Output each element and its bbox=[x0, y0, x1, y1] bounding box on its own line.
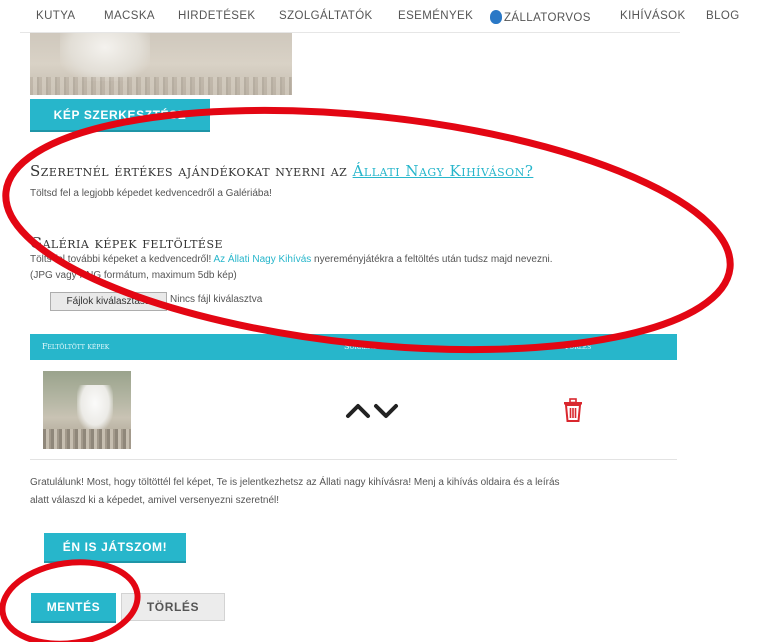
gallery-heading: Galéria képek feltöltése bbox=[30, 234, 224, 252]
nav-item-allatorvos[interactable]: ZÁLLATORVOS bbox=[490, 10, 591, 24]
gallery-table-header: Feltöltött képek Sorrend Törlés bbox=[30, 334, 677, 360]
prize-heading-text: Szeretnél értékes ajándékokat nyerni az bbox=[30, 162, 353, 180]
profile-image bbox=[30, 33, 292, 95]
gallery-text-start: Tölts fel további képeket a kedvencedről… bbox=[30, 254, 214, 265]
nav-item-esemenyek[interactable]: ESEMÉNYEK bbox=[398, 10, 473, 22]
uploaded-image-thumbnail bbox=[43, 371, 131, 449]
prize-text: Töltsd fel a legjobb képedet kedvencedrő… bbox=[30, 188, 272, 199]
nav-item-allatorvos-label: ZÁLLATORVOS bbox=[504, 12, 591, 24]
nav-item-kihivasok[interactable]: KIHÍVÁSOK bbox=[620, 10, 686, 22]
file-status: Nincs fájl kiválasztva bbox=[170, 294, 263, 305]
col-delete: Törlés bbox=[564, 342, 592, 351]
top-navigation: KUTYA MACSKA HIRDETÉSEK SZOLGÁLTATÓK ESE… bbox=[0, 0, 761, 32]
delete-button[interactable]: TÖRLÉS bbox=[121, 593, 225, 621]
nav-item-macska[interactable]: MACSKA bbox=[104, 10, 155, 22]
save-button[interactable]: MENTÉS bbox=[31, 593, 116, 621]
order-controls bbox=[343, 400, 403, 427]
nav-item-blog[interactable]: BLOG bbox=[706, 10, 740, 22]
chevron-up-icon[interactable] bbox=[346, 404, 370, 418]
prize-heading: Szeretnél értékes ajándékokat nyerni az … bbox=[30, 162, 533, 180]
drop-icon bbox=[490, 10, 502, 24]
challenge-link[interactable]: Állati Nagy Kihíváson? bbox=[353, 162, 534, 180]
congrats-text-line2: alatt válaszd ki a képedet, amivel verse… bbox=[30, 495, 280, 506]
col-order: Sorrend bbox=[344, 342, 378, 351]
nav-item-hirdetesek[interactable]: HIRDETÉSEK bbox=[178, 10, 256, 22]
format-note: (JPG vagy PNG formátum, maximum 5db kép) bbox=[30, 270, 237, 281]
trash-icon[interactable] bbox=[563, 398, 583, 427]
gallery-text: Tölts fel további képeket a kedvencedről… bbox=[30, 254, 553, 265]
edit-image-button[interactable]: KÉP SZERKESZTÉSE bbox=[30, 99, 210, 130]
col-uploaded-images: Feltöltött képek bbox=[42, 342, 110, 351]
nav-item-szolgaltatok[interactable]: SZOLGÁLTATÓK bbox=[279, 10, 373, 22]
nav-item-kutya[interactable]: KUTYA bbox=[36, 10, 76, 22]
gallery-challenge-link[interactable]: Az Állati Nagy Kihívás bbox=[213, 254, 311, 265]
chevron-down-icon[interactable] bbox=[374, 404, 398, 418]
choose-files-button[interactable]: Fájlok kiválasztása bbox=[50, 292, 167, 311]
gallery-text-end: nyereményjátékra a feltöltés után tudsz … bbox=[311, 254, 553, 265]
table-row-divider bbox=[30, 459, 677, 460]
play-button[interactable]: ÉN IS JÁTSZOM! bbox=[44, 533, 186, 561]
congrats-text-line1: Gratulálunk! Most, hogy töltöttél fel ké… bbox=[30, 477, 560, 488]
